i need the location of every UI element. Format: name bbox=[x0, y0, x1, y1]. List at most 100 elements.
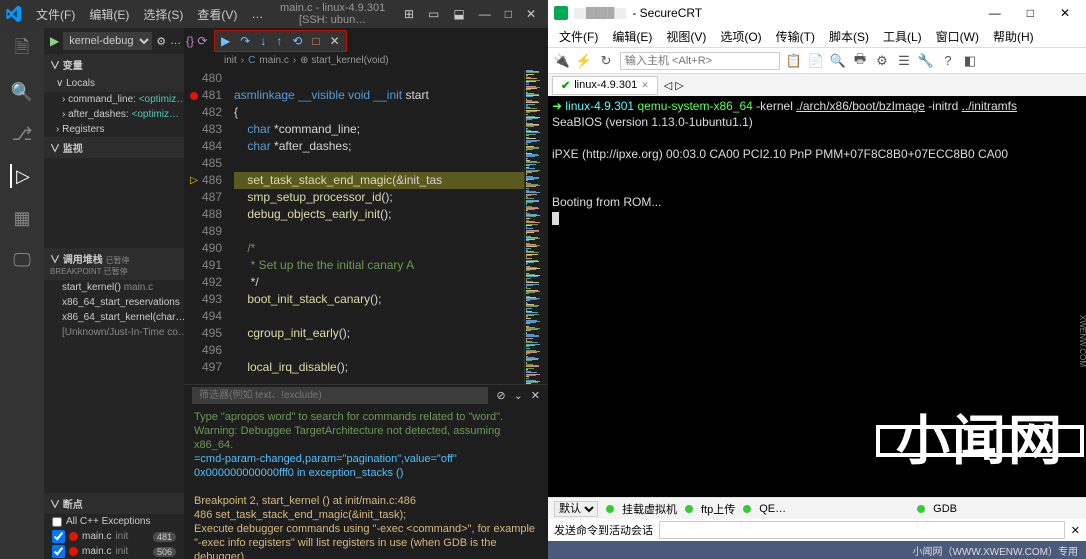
scm-icon[interactable]: ⎇ bbox=[10, 122, 34, 146]
remote-icon[interactable]: 🖵 bbox=[10, 248, 34, 272]
activity-bar: 🗎 🔍 ⎇ ▷ ▦ 🖵 bbox=[0, 28, 44, 559]
layout2-icon[interactable]: ⬓ bbox=[453, 7, 464, 21]
start-debug-icon[interactable]: ▶ bbox=[50, 34, 59, 48]
crt-menu-tools[interactable]: 工具(L) bbox=[878, 26, 927, 47]
stack-frame[interactable]: x86_64_start_kernel(char… bbox=[44, 310, 184, 325]
tool-icon[interactable]: 🔧 bbox=[918, 53, 934, 69]
search-icon[interactable]: 🔍 bbox=[10, 80, 34, 104]
crt-menu-window[interactable]: 窗口(W) bbox=[931, 26, 984, 47]
crt-footer: 小闻网（WWW.XWENW.COM）专用 bbox=[548, 541, 1086, 559]
filter-input[interactable] bbox=[192, 387, 488, 404]
step-into-icon[interactable]: ↓ bbox=[260, 34, 266, 48]
stack-frame[interactable]: x86_64_start_reservations bbox=[44, 295, 184, 310]
status-item[interactable]: GDB bbox=[933, 503, 957, 515]
variable-row[interactable]: › after_dashes: <optimiz… bbox=[44, 107, 184, 122]
crumb-folder[interactable]: init bbox=[224, 55, 237, 66]
restart-icon[interactable]: ⟲ bbox=[292, 34, 302, 48]
debug-toolbar: ▶ ↷ ↓ ↑ ⟲ □ ✕ bbox=[214, 30, 347, 52]
session-tab[interactable]: ✔ linux-4.9.301 ✕ bbox=[552, 76, 658, 95]
menu-file[interactable]: 文件(F) bbox=[30, 3, 81, 26]
close-icon[interactable]: ✕ bbox=[1050, 6, 1080, 20]
vscode-menu-bar: 文件(F) 编辑(E) 选择(S) 查看(V) … main.c - linux… bbox=[0, 0, 548, 28]
tab-close-icon[interactable]: ✕ bbox=[641, 80, 649, 91]
menu-edit[interactable]: 编辑(E) bbox=[83, 3, 135, 26]
section-watch[interactable]: ∨ 监视 bbox=[44, 137, 184, 158]
status-item[interactable]: QE… bbox=[759, 503, 786, 515]
tab-menu-icon[interactable]: ◁ ▷ bbox=[660, 79, 688, 92]
crumb-file[interactable]: main.c bbox=[259, 55, 288, 66]
variable-row[interactable]: › command_line: <optimiz… bbox=[44, 92, 184, 107]
settings-icon[interactable]: ⚙ bbox=[874, 53, 890, 69]
more-icon[interactable]: … bbox=[170, 35, 181, 47]
toggle-panel-icon[interactable]: ⊞ bbox=[404, 7, 414, 21]
copy-icon[interactable]: 📋 bbox=[786, 53, 802, 69]
status-item[interactable]: ftp上传 bbox=[701, 501, 735, 517]
help-icon[interactable]: ? bbox=[940, 53, 956, 69]
close-toolbar-icon[interactable]: ✕ bbox=[330, 34, 340, 48]
crt-menu-edit[interactable]: 编辑(E) bbox=[607, 26, 657, 47]
bp-all-exceptions[interactable]: All C++ Exceptions bbox=[44, 514, 184, 529]
print-icon[interactable]: 🖶 bbox=[852, 53, 868, 69]
watermark-side: XWENW.COM bbox=[1074, 315, 1086, 367]
breakpoint-row[interactable]: main.c init506 bbox=[44, 544, 184, 559]
crt-menu-help[interactable]: 帮助(H) bbox=[988, 26, 1039, 47]
chevron-down-icon[interactable]: ⌄ bbox=[514, 389, 523, 402]
continue-icon[interactable]: ▶ bbox=[221, 34, 230, 48]
explorer-icon[interactable]: 🗎 bbox=[10, 38, 34, 62]
menu-view[interactable]: 查看(V) bbox=[191, 3, 243, 26]
stack-frame[interactable]: [Unknown/Just-In-Time co… bbox=[44, 325, 184, 340]
step-out-icon[interactable]: ↑ bbox=[276, 34, 282, 48]
connect-icon[interactable]: 🔌 bbox=[554, 53, 570, 69]
crt-menu-view[interactable]: 视图(V) bbox=[661, 26, 711, 47]
crt-menu-options[interactable]: 选项(O) bbox=[715, 26, 766, 47]
status-item[interactable]: 挂载虚拟机 bbox=[622, 501, 677, 517]
stop-icon[interactable]: □ bbox=[312, 34, 319, 48]
section-callstack[interactable]: ∨ 调用堆栈 已暂停 BREAKPOINT 已暂停 bbox=[44, 248, 184, 280]
maximize-icon[interactable]: □ bbox=[1017, 6, 1044, 20]
reconnect-icon[interactable]: ↻ bbox=[598, 53, 614, 69]
cmd-input[interactable] bbox=[659, 521, 1065, 539]
crt-menu-transfer[interactable]: 传输(T) bbox=[771, 26, 820, 47]
gear-icon[interactable]: ⚙ bbox=[156, 35, 166, 48]
code-lines[interactable]: asmlinkage __visible void __init start{ … bbox=[234, 70, 524, 384]
crt-terminal[interactable]: ➜ linux-4.9.301 qemu-system-x86_64 -kern… bbox=[548, 96, 1086, 497]
crt-menu-file[interactable]: 文件(F) bbox=[554, 26, 603, 47]
paste-icon[interactable]: 📄 bbox=[808, 53, 824, 69]
stack-frame[interactable]: start_kernel() main.c bbox=[44, 280, 184, 295]
section-breakpoints[interactable]: ∨ 断点 bbox=[44, 493, 184, 514]
clear-icon[interactable]: ⊘ bbox=[496, 389, 505, 402]
debug-icon[interactable]: ▷ bbox=[10, 164, 34, 188]
extensions-icon[interactable]: ▦ bbox=[10, 206, 34, 230]
crumb-symbol[interactable]: ⊕ start_kernel(void) bbox=[300, 55, 388, 66]
line-gutter: 480481482483484485▷486487488489490491492… bbox=[184, 70, 234, 384]
led-icon bbox=[743, 505, 751, 513]
crt-menu-script[interactable]: 脚本(S) bbox=[824, 26, 874, 47]
minimize-icon[interactable]: — bbox=[979, 6, 1011, 20]
status-select[interactable]: 默认 bbox=[554, 501, 598, 517]
debug-config-select[interactable]: kernel-debug bbox=[63, 32, 152, 50]
crt-titlebar: ████ - SecureCRT — □ ✕ bbox=[548, 0, 1086, 26]
section-registers[interactable]: › Registers bbox=[44, 122, 184, 137]
section-locals[interactable]: ∨ Locals bbox=[44, 75, 184, 92]
menu-more[interactable]: … bbox=[245, 4, 269, 24]
layout-icon[interactable]: ▭ bbox=[428, 7, 439, 21]
find-icon[interactable]: 🔍 bbox=[830, 53, 846, 69]
options-icon[interactable]: ☰ bbox=[896, 53, 912, 69]
breadcrumb: init › C main.c › ⊕ start_kernel(void) bbox=[184, 50, 548, 70]
maximize-icon[interactable]: □ bbox=[505, 7, 512, 21]
breakpoint-row[interactable]: main.c init481 bbox=[44, 529, 184, 544]
led-icon bbox=[685, 505, 693, 513]
menu-select[interactable]: 选择(S) bbox=[137, 3, 189, 26]
minimize-icon[interactable]: — bbox=[479, 7, 491, 21]
step-over-icon[interactable]: ↷ bbox=[240, 34, 250, 48]
connected-icon: ✔ bbox=[561, 79, 570, 92]
close-icon[interactable]: ✕ bbox=[526, 7, 536, 21]
minimap[interactable] bbox=[524, 70, 548, 384]
cmd-close-icon[interactable]: ✕ bbox=[1071, 524, 1080, 537]
toggle-icon[interactable]: ◧ bbox=[962, 53, 978, 69]
quick-connect-icon[interactable]: ⚡ bbox=[576, 53, 592, 69]
host-input[interactable] bbox=[620, 52, 780, 70]
section-variables[interactable]: ∨ 变量 bbox=[44, 54, 184, 75]
close-panel-icon[interactable]: ✕ bbox=[531, 389, 540, 402]
window-title: main.c - linux-4.9.301 [SSH: ubun… bbox=[271, 2, 394, 26]
